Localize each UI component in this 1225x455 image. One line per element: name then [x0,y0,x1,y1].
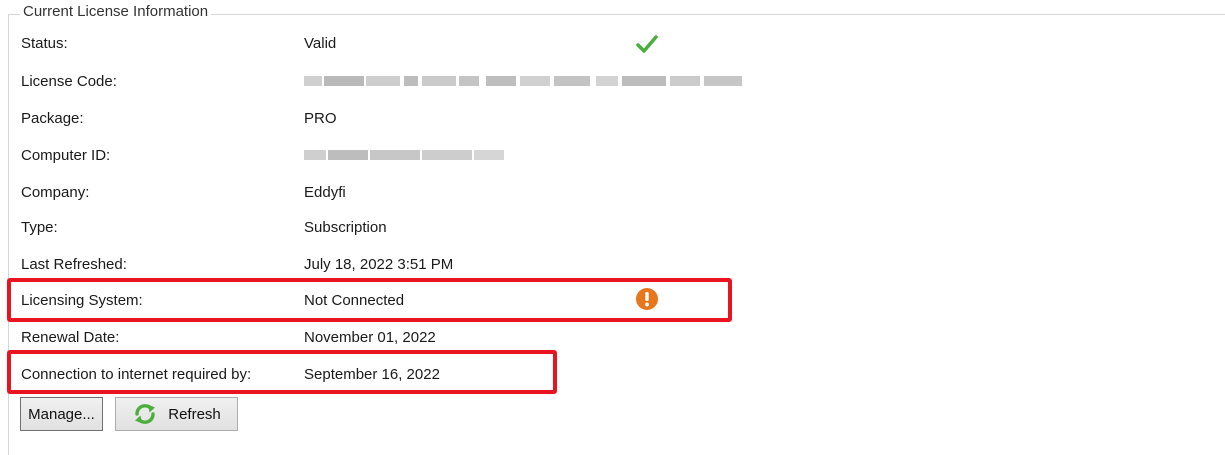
company-label: Company: [21,183,90,201]
manage-button[interactable]: Manage... [20,397,103,431]
status-label: Status: [21,34,68,52]
refresh-button[interactable]: Refresh [115,397,238,431]
type-label: Type: [21,218,58,236]
group-title: Current License Information [20,4,212,20]
last-refreshed-label: Last Refreshed: [21,255,127,273]
package-label: Package: [21,109,84,127]
type-value: Subscription [304,218,387,236]
license-code-value-redacted [304,76,744,86]
refresh-button-label: Refresh [168,405,221,423]
license-code-label: License Code: [21,72,117,90]
computer-id-label: Computer ID: [21,146,111,164]
connection-required-highlight [7,350,557,394]
status-value: Valid [304,34,337,52]
refresh-icon [135,404,156,424]
last-refreshed-value: July 18, 2022 3:51 PM [304,255,454,273]
renewal-date-value: November 01, 2022 [304,328,436,346]
computer-id-value-redacted [304,150,504,160]
package-value: PRO [304,109,337,127]
company-value: Eddyfi [304,183,346,201]
renewal-date-label: Renewal Date: [21,328,120,346]
checkmark-icon [636,35,658,53]
licensing-system-highlight [7,278,732,322]
